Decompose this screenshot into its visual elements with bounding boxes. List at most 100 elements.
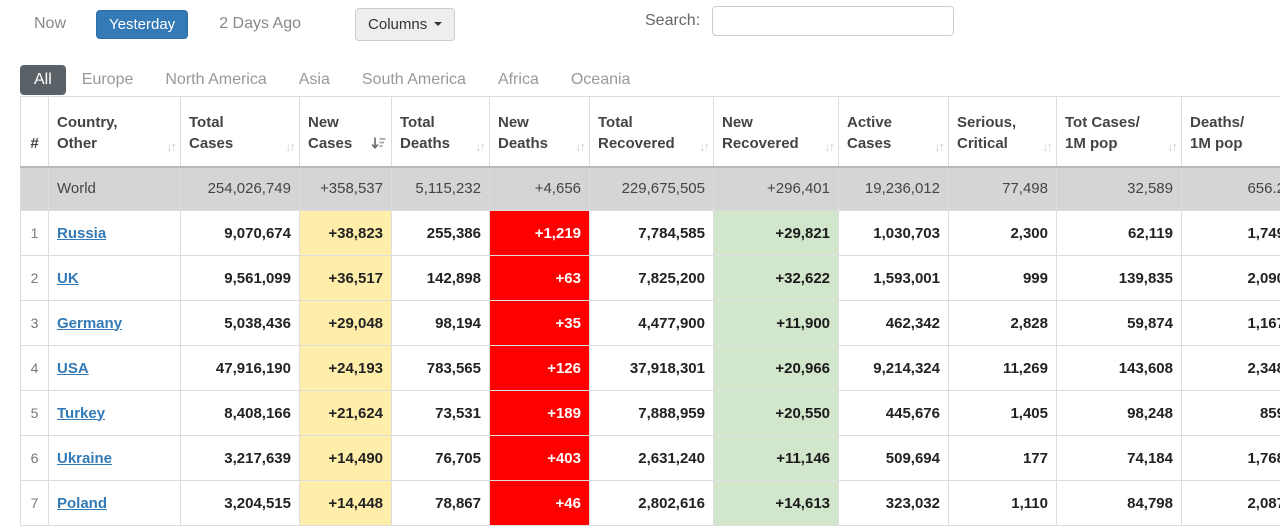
cell-total-recovered: 7,825,200 xyxy=(590,256,714,301)
col-header-total-recovered[interactable]: TotalRecovered↓↑ xyxy=(590,97,714,167)
table-row: 5Turkey8,408,166+21,62473,531+1897,888,9… xyxy=(21,391,1280,436)
cell-active-cases: 445,676 xyxy=(839,391,949,436)
cell-total-recovered: 7,888,959 xyxy=(590,391,714,436)
cell-country: Germany xyxy=(49,301,181,346)
cell-new-deaths: +189 xyxy=(490,391,590,436)
sort-both-icon: ↓↑ xyxy=(285,139,294,154)
cell-cases-per-1m: 139,835 xyxy=(1057,256,1182,301)
sort-desc-icon xyxy=(371,137,386,153)
time-link-2-days-ago[interactable]: 2 Days Ago xyxy=(219,15,301,33)
header-label: Tot Cases/ xyxy=(1065,112,1173,133)
country-link[interactable]: Russia xyxy=(57,225,106,242)
country-link[interactable]: Germany xyxy=(57,315,122,332)
header-label: 1M pop xyxy=(1065,133,1173,154)
cell-new-cases: +358,537 xyxy=(300,167,392,211)
world-row: World254,026,749+358,5375,115,232+4,6562… xyxy=(21,167,1280,211)
cell-new-recovered: +29,821 xyxy=(714,211,839,256)
cell-total-deaths: 783,565 xyxy=(392,346,490,391)
cell-rank: 5 xyxy=(21,391,49,436)
header-label: Recovered xyxy=(598,133,705,154)
header-label: Deaths xyxy=(400,133,481,154)
header-label: Active xyxy=(847,112,940,133)
time-link-now[interactable]: Now xyxy=(34,15,66,33)
header-label: Deaths xyxy=(498,133,581,154)
cell-rank: 4 xyxy=(21,346,49,391)
table-row: 3Germany5,038,436+29,04898,194+354,477,9… xyxy=(21,301,1280,346)
tab-north-america[interactable]: North America xyxy=(149,65,282,95)
col-header-total-cases[interactable]: TotalCases↓↑ xyxy=(181,97,300,167)
header-label: 1M pop xyxy=(1190,133,1280,154)
col-header-new-cases[interactable]: NewCases xyxy=(300,97,392,167)
cell-total-cases: 9,561,099 xyxy=(181,256,300,301)
col-header-deaths-per-1m[interactable]: Deaths/1M pop↓↑ xyxy=(1182,97,1280,167)
cell-new-recovered: +11,900 xyxy=(714,301,839,346)
search-input[interactable] xyxy=(712,6,954,36)
tab-europe[interactable]: Europe xyxy=(66,65,150,95)
country-link[interactable]: UK xyxy=(57,270,79,287)
cell-new-cases: +38,823 xyxy=(300,211,392,256)
cell-serious-critical: 11,269 xyxy=(949,346,1057,391)
header-label: Critical xyxy=(957,133,1048,154)
sort-both-icon: ↓↑ xyxy=(934,139,943,154)
cell-new-recovered: +296,401 xyxy=(714,167,839,211)
cell-serious-critical: 77,498 xyxy=(949,167,1057,211)
col-header-total-deaths[interactable]: TotalDeaths↓↑ xyxy=(392,97,490,167)
cell-deaths-per-1m: 1,749 xyxy=(1182,211,1280,256)
sort-both-icon: ↓↑ xyxy=(475,139,484,154)
col-header-active-cases[interactable]: ActiveCases↓↑ xyxy=(839,97,949,167)
col-header-country[interactable]: Country,Other↓↑ xyxy=(49,97,181,167)
cell-deaths-per-1m: 2,348 xyxy=(1182,346,1280,391)
sort-both-icon: ↓↑ xyxy=(824,139,833,154)
header-label: Total xyxy=(400,112,481,133)
cell-total-cases: 254,026,749 xyxy=(181,167,300,211)
sort-both-icon: ↓↑ xyxy=(575,139,584,154)
cell-new-cases: +21,624 xyxy=(300,391,392,436)
table-row: 1Russia9,070,674+38,823255,386+1,2197,78… xyxy=(21,211,1280,256)
cell-total-cases: 9,070,674 xyxy=(181,211,300,256)
cell-serious-critical: 2,300 xyxy=(949,211,1057,256)
cell-country: Russia xyxy=(49,211,181,256)
cell-rank xyxy=(21,167,49,211)
country-link[interactable]: Turkey xyxy=(57,405,105,422)
country-link[interactable]: Poland xyxy=(57,495,107,512)
covid-stats-table: #Country,Other↓↑TotalCases↓↑NewCasesTota… xyxy=(20,96,1280,526)
col-header-new-recovered[interactable]: NewRecovered↓↑ xyxy=(714,97,839,167)
cell-deaths-per-1m: 1,167 xyxy=(1182,301,1280,346)
country-link[interactable]: Ukraine xyxy=(57,450,112,467)
cell-active-cases: 509,694 xyxy=(839,436,949,481)
cell-serious-critical: 2,828 xyxy=(949,301,1057,346)
columns-dropdown-button[interactable]: Columns xyxy=(355,8,455,41)
search-label: Search: xyxy=(645,12,700,30)
col-header-cases-per-1m[interactable]: Tot Cases/1M pop↓↑ xyxy=(1057,97,1182,167)
cell-new-cases: +29,048 xyxy=(300,301,392,346)
country-link[interactable]: USA xyxy=(57,360,89,377)
tab-asia[interactable]: Asia xyxy=(283,65,346,95)
header-label: New xyxy=(308,112,383,133)
cell-total-deaths: 255,386 xyxy=(392,211,490,256)
cell-rank: 3 xyxy=(21,301,49,346)
cell-deaths-per-1m: 1,768 xyxy=(1182,436,1280,481)
cell-rank: 1 xyxy=(21,211,49,256)
cell-total-cases: 47,916,190 xyxy=(181,346,300,391)
tab-africa[interactable]: Africa xyxy=(482,65,555,95)
table-row: 2UK9,561,099+36,517142,898+637,825,200+3… xyxy=(21,256,1280,301)
col-header-new-deaths[interactable]: NewDeaths↓↑ xyxy=(490,97,590,167)
continent-tabs: AllEuropeNorth AmericaAsiaSouth AmericaA… xyxy=(20,63,1280,96)
tab-south-america[interactable]: South America xyxy=(346,65,482,95)
cell-rank: 2 xyxy=(21,256,49,301)
search-area: Search: xyxy=(645,6,954,36)
cell-new-deaths: +63 xyxy=(490,256,590,301)
cell-cases-per-1m: 32,589 xyxy=(1057,167,1182,211)
cell-active-cases: 9,214,324 xyxy=(839,346,949,391)
cell-active-cases: 19,236,012 xyxy=(839,167,949,211)
cell-country: USA xyxy=(49,346,181,391)
cell-new-deaths: +4,656 xyxy=(490,167,590,211)
col-header-serious-critical[interactable]: Serious,Critical↓↑ xyxy=(949,97,1057,167)
cell-total-deaths: 98,194 xyxy=(392,301,490,346)
tab-oceania[interactable]: Oceania xyxy=(555,65,647,95)
sort-both-icon: ↓↑ xyxy=(1167,139,1176,154)
tab-all[interactable]: All xyxy=(20,65,66,95)
cell-total-recovered: 7,784,585 xyxy=(590,211,714,256)
cell-total-recovered: 37,918,301 xyxy=(590,346,714,391)
time-button-yesterday[interactable]: Yesterday xyxy=(96,10,188,39)
